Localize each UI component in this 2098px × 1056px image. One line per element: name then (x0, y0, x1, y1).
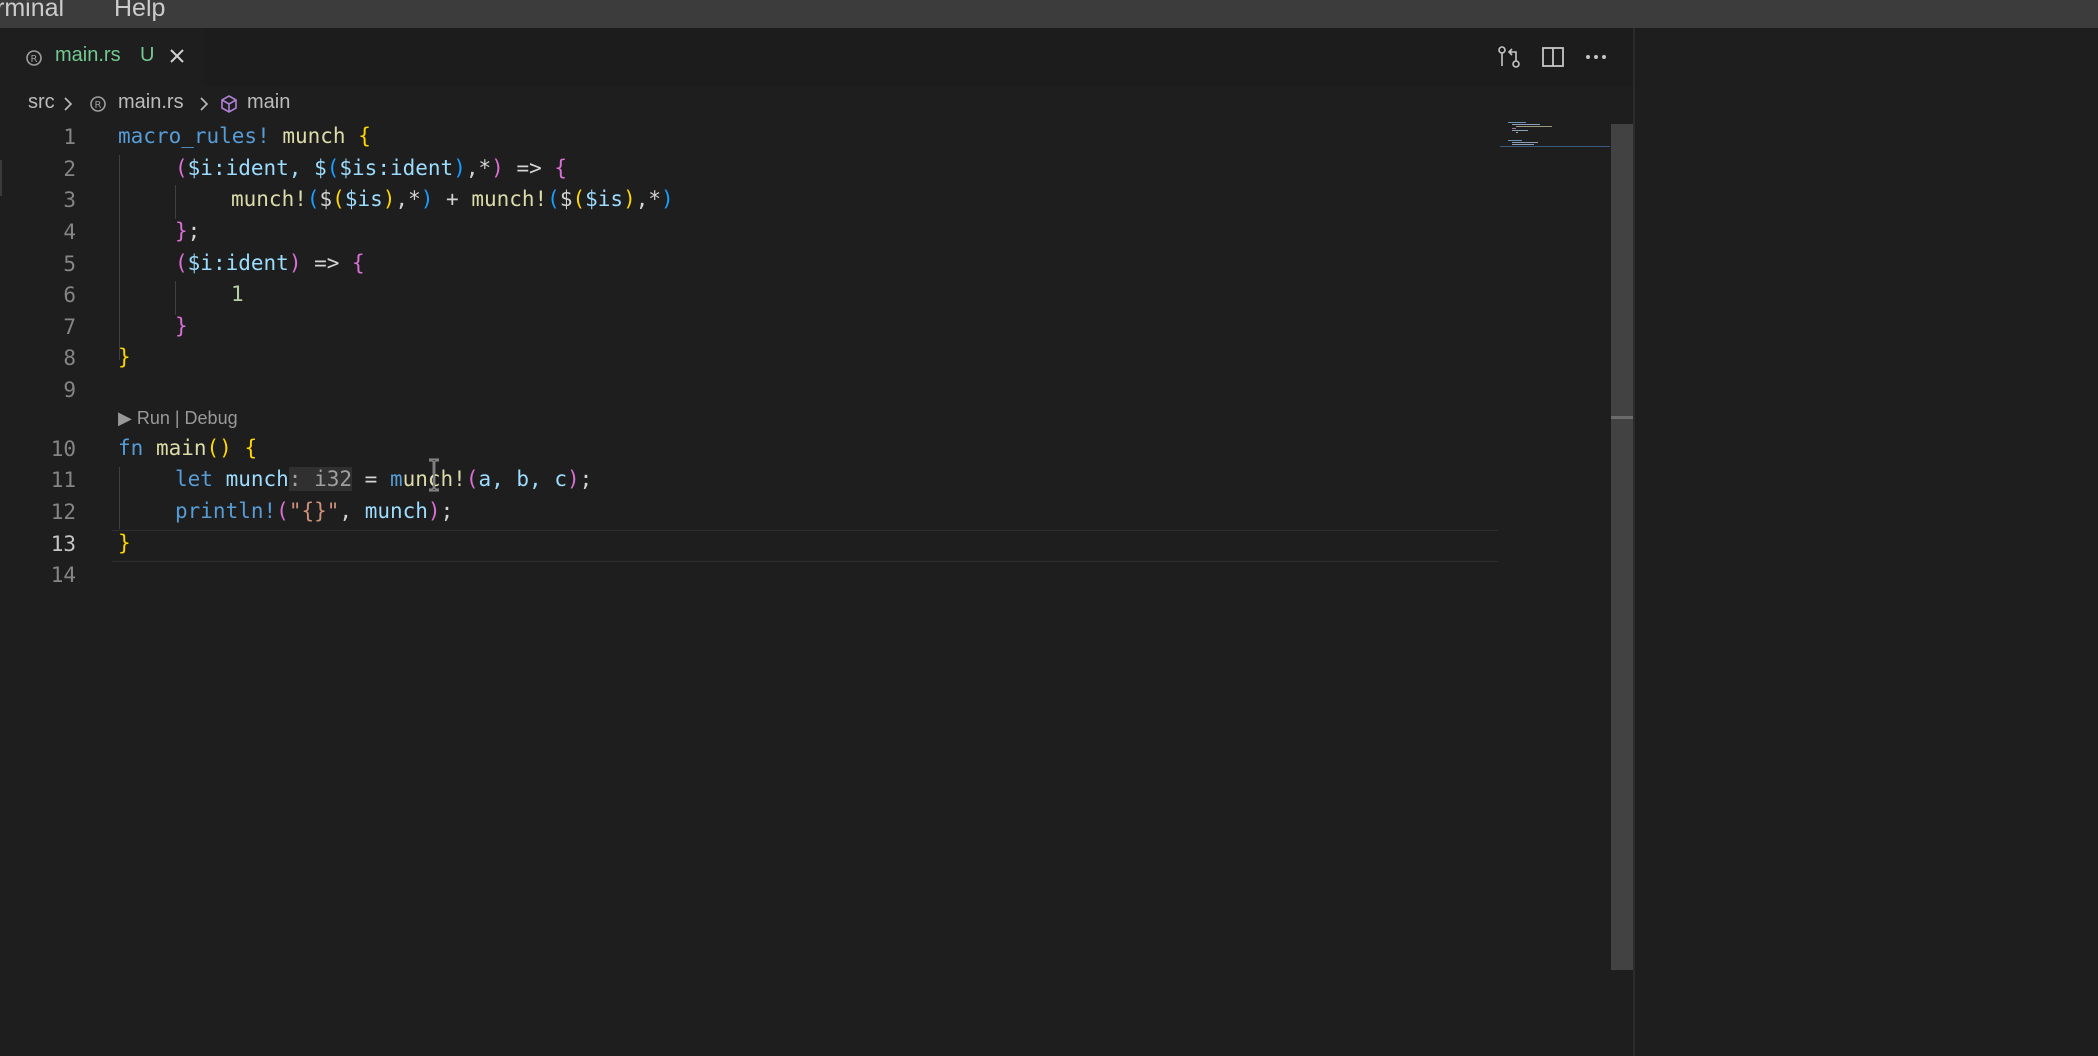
chevron-right-icon (200, 97, 209, 111)
minimap[interactable] (1500, 120, 1610, 160)
code-line-10: fn main() { (118, 436, 258, 460)
line-number: 8 (63, 346, 76, 370)
menu-help[interactable]: Help (114, 0, 165, 23)
tab-filename: main.rs (55, 44, 121, 66)
current-line-highlight (112, 530, 1498, 562)
cube-symbol-icon (221, 95, 237, 113)
menu-bar: rminal Help (0, 0, 2098, 28)
code-line-13: } (118, 531, 131, 555)
line-number: 10 (50, 437, 76, 461)
code-line-4: }; (175, 219, 201, 243)
svg-text:R: R (31, 54, 38, 65)
line-number: 11 (50, 468, 76, 492)
open-changes-icon[interactable] (1496, 44, 1522, 70)
breadcrumb-folder[interactable]: src (28, 91, 55, 114)
code-line-12: println!("{}", munch); (175, 499, 454, 523)
more-actions-icon[interactable] (1583, 44, 1609, 70)
code-line-5: ($i:ident) => { (175, 251, 365, 275)
chevron-right-icon (64, 97, 73, 111)
inlay-type-hint: : i32 (288, 467, 353, 491)
line-number: 14 (50, 563, 76, 587)
line-number: 6 (63, 283, 76, 307)
scrollbar-position-marker (1611, 416, 1633, 419)
code-line-6: 1 (231, 282, 244, 306)
breadcrumb-symbol[interactable]: main (247, 91, 290, 114)
secondary-editor-group (1635, 28, 2098, 1056)
code-line-8: } (118, 345, 131, 369)
menu-terminal[interactable]: rminal (0, 0, 64, 23)
code-line-3: munch!($($is),*) + munch!($($is),*) (231, 187, 674, 211)
indent-guide (119, 155, 120, 360)
svg-text:R: R (95, 100, 102, 111)
close-icon[interactable] (168, 47, 186, 65)
rust-file-icon: R (26, 50, 42, 66)
line-number: 7 (63, 315, 76, 339)
code-line-7: } (175, 314, 188, 338)
line-number-active: 13 (50, 532, 76, 556)
indent-guide (175, 185, 176, 219)
vertical-scrollbar[interactable] (1611, 124, 1633, 970)
code-line-11: let munch: i32 = munch!(a, b, c); (175, 467, 593, 491)
indent-guide (119, 467, 120, 529)
rust-file-icon: R (90, 96, 106, 112)
line-number: 5 (63, 252, 76, 276)
breadcrumb-file[interactable]: main.rs (118, 91, 184, 114)
line-number: 9 (63, 378, 76, 402)
editor-tab-bar: R main.rs U (0, 28, 1633, 86)
split-editor-icon[interactable] (1540, 44, 1566, 70)
indent-guide (175, 281, 176, 315)
line-number: 2 (63, 157, 76, 181)
line-number: 12 (50, 500, 76, 524)
tab-git-status: U (140, 44, 155, 66)
code-line-1: macro_rules! munch { (118, 124, 371, 148)
line-number: 3 (63, 188, 76, 212)
breadcrumb: src R main.rs main (0, 86, 1633, 120)
codelens-run-debug[interactable]: ▶ Run | Debug (118, 408, 238, 429)
tab-main-rs[interactable]: R main.rs U (0, 28, 204, 86)
code-line-2: ($i:ident, $($is:ident),*) => { (175, 156, 568, 180)
line-number: 1 (63, 125, 76, 149)
text-cursor-ibeam-icon (429, 458, 439, 492)
line-number: 4 (63, 220, 76, 244)
